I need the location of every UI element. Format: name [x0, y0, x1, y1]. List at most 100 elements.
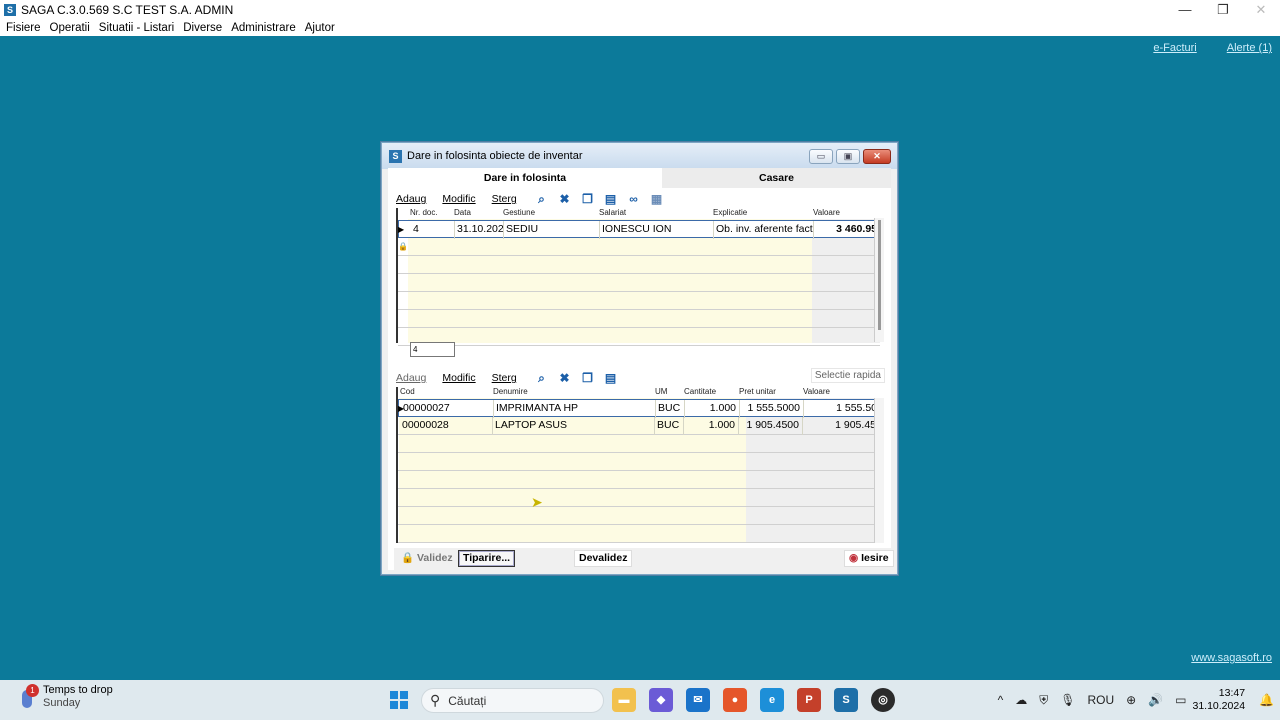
table-icon[interactable]: ▦ — [649, 192, 664, 206]
saga-taskbar-icon[interactable]: S — [834, 688, 858, 712]
sterg-button[interactable]: Sterg — [492, 193, 517, 205]
cloud-icon[interactable]: ☁ — [1015, 693, 1027, 707]
devalidez-button[interactable]: Devalidez — [574, 550, 633, 567]
clear-filter-icon[interactable]: ✖ — [557, 192, 572, 206]
clock-time: 13:47 — [1218, 687, 1246, 699]
paste-icon[interactable]: ▤ — [603, 192, 618, 206]
col-cod[interactable]: Cod — [400, 387, 415, 398]
col-gestiune[interactable]: Gestiune — [503, 208, 535, 219]
search-icon: ⚲ — [430, 692, 441, 708]
volume-icon[interactable]: 🔊 — [1148, 693, 1163, 707]
row-pointer-icon: ▶🔒 — [398, 225, 408, 251]
lock-icon: 🔒 — [401, 552, 417, 564]
firefox-icon[interactable]: ● — [723, 688, 747, 712]
menu-operatii[interactable]: Operatii — [46, 22, 94, 34]
binoculars-icon[interactable]: ⌕ — [534, 192, 549, 206]
menu-administrare[interactable]: Administrare — [227, 22, 300, 34]
edge-icon[interactable]: e — [760, 688, 784, 712]
language-indicator[interactable]: ROU — [1087, 693, 1114, 707]
items-clear-filter-icon[interactable]: ✖ — [557, 371, 572, 385]
search-placeholder: Căutați — [448, 693, 487, 708]
devalidez-label: Devalidez — [579, 552, 628, 564]
tab-dare-in-folosinta[interactable]: Dare in folosinta — [388, 168, 662, 188]
cell-valoare: 3 460.95 — [814, 221, 881, 239]
alerte-link[interactable]: Alerte (1) — [1227, 42, 1272, 54]
menu-ajutor[interactable]: Ajutor — [301, 22, 339, 34]
modific-button[interactable]: Modific — [442, 193, 475, 205]
table-row[interactable]: ▶🔒 4 31.10.202 SEDIU IONESCU ION Ob. inv… — [398, 220, 881, 251]
table-row — [398, 328, 880, 346]
cell-explicatie: Ob. inv. aferente factu — [714, 221, 814, 239]
windows-start-icon[interactable] — [390, 691, 408, 709]
weather-subtitle: Sunday — [43, 697, 81, 709]
powerpoint-icon[interactable]: P — [797, 688, 821, 712]
notification-bell-icon[interactable]: 🔔 — [1259, 693, 1274, 707]
col-valoare[interactable]: Valoare — [813, 208, 840, 219]
cell-salariat: IONESCU ION — [600, 221, 714, 239]
col-cantitate[interactable]: Cantitate — [684, 387, 716, 398]
col-explicatie[interactable]: Explicatie — [713, 208, 747, 219]
microphone-icon[interactable]: 🎙 — [1060, 693, 1075, 707]
cell-um: BUC — [655, 417, 684, 435]
dialog-minimize-button[interactable]: ▭ — [809, 149, 833, 164]
table-row — [398, 238, 880, 256]
link-icon[interactable]: ∞ — [626, 192, 641, 206]
menu-fisiere[interactable]: Fisiere — [2, 22, 45, 34]
cell-valoare-item: 1 905.45 — [803, 417, 880, 435]
documents-scrollbar[interactable] — [874, 218, 884, 342]
menu-situatii-listari[interactable]: Situatii - Listari — [95, 22, 178, 34]
col-salariat[interactable]: Salariat — [599, 208, 626, 219]
tiparire-button[interactable]: Tiparire... — [458, 550, 516, 567]
cell-pret-unitar: 1 555.5000 — [740, 400, 804, 418]
weather-widget[interactable]: 1 Temps to drop Sunday — [18, 684, 113, 710]
app-title: SAGA C.3.0.569 S.C TEST S.A. ADMIN — [21, 2, 234, 17]
chevron-up-icon[interactable]: ^ — [998, 693, 1004, 707]
dialog-maximize-button[interactable]: ▣ — [836, 149, 860, 164]
dialog-close-button[interactable]: ✕ — [863, 149, 891, 164]
col-um[interactable]: UM — [655, 387, 667, 398]
exit-icon: ◉ — [849, 552, 862, 564]
tab-casare[interactable]: Casare — [662, 168, 891, 188]
items-sterg-button[interactable]: Sterg — [492, 372, 517, 384]
iesire-button[interactable]: ◉ Iesire — [844, 550, 894, 567]
table-row — [398, 274, 880, 292]
security-icon[interactable]: ⛨ — [1039, 693, 1048, 708]
efacturi-link[interactable]: e-Facturi — [1153, 42, 1196, 54]
col-data[interactable]: Data — [454, 208, 471, 219]
table-row — [398, 453, 880, 471]
cell-cantitate: 1.000 — [685, 400, 740, 418]
adaug-button[interactable]: Adaug — [396, 193, 426, 205]
items-paste-icon[interactable]: ▤ — [603, 371, 618, 385]
mail-icon[interactable]: ✉ — [686, 688, 710, 712]
validez-button[interactable]: 🔒 Validez — [396, 550, 458, 567]
restore-button[interactable]: ❐ — [1204, 0, 1242, 19]
app-badge-icon[interactable]: ◎ — [871, 688, 895, 712]
table-row — [398, 507, 880, 525]
col-nr-doc[interactable]: Nr. doc. — [410, 208, 438, 219]
menu-diverse[interactable]: Diverse — [179, 22, 226, 34]
items-binoculars-icon[interactable]: ⌕ — [534, 371, 549, 385]
network-icon[interactable]: ⊕ — [1126, 693, 1136, 707]
documents-grid: Nr. doc. Data Gestiune Salariat Explicat… — [396, 208, 881, 346]
items-adaug-button[interactable]: Adaug — [396, 372, 426, 384]
close-button[interactable]: ✕ — [1242, 0, 1280, 19]
selectie-rapida-button[interactable]: Selectie rapida — [810, 368, 885, 383]
items-scrollbar[interactable] — [874, 398, 884, 543]
minimize-button[interactable]: — — [1166, 0, 1204, 19]
items-modific-button[interactable]: Modific — [442, 372, 475, 384]
items-copy-icon[interactable]: ❐ — [580, 371, 595, 385]
table-row[interactable]: 00000028 LAPTOP ASUS BUC 1.000 1 905.450… — [398, 417, 880, 435]
table-row[interactable]: ▶ 00000027 IMPRIMANTA HP BUC 1.000 1 555… — [398, 399, 881, 418]
copilot-icon[interactable]: ◆ — [649, 688, 673, 712]
col-valoare-item[interactable]: Valoare — [803, 387, 830, 398]
notification-badge: 1 — [26, 684, 39, 697]
copy-icon[interactable]: ❐ — [580, 192, 595, 206]
battery-icon[interactable]: ▭ — [1175, 693, 1186, 707]
file-explorer-icon[interactable]: ▬ — [612, 688, 636, 712]
clock[interactable]: 13:47 31.10.2024 — [1192, 687, 1245, 713]
sagasoft-website-link[interactable]: www.sagasoft.ro — [1191, 652, 1272, 664]
col-denumire[interactable]: Denumire — [493, 387, 528, 398]
taskbar-search-input[interactable]: ⚲ Căutați — [421, 688, 604, 713]
iesire-label: Iesire — [861, 552, 889, 564]
col-pret-unitar[interactable]: Pret unitar — [739, 387, 776, 398]
